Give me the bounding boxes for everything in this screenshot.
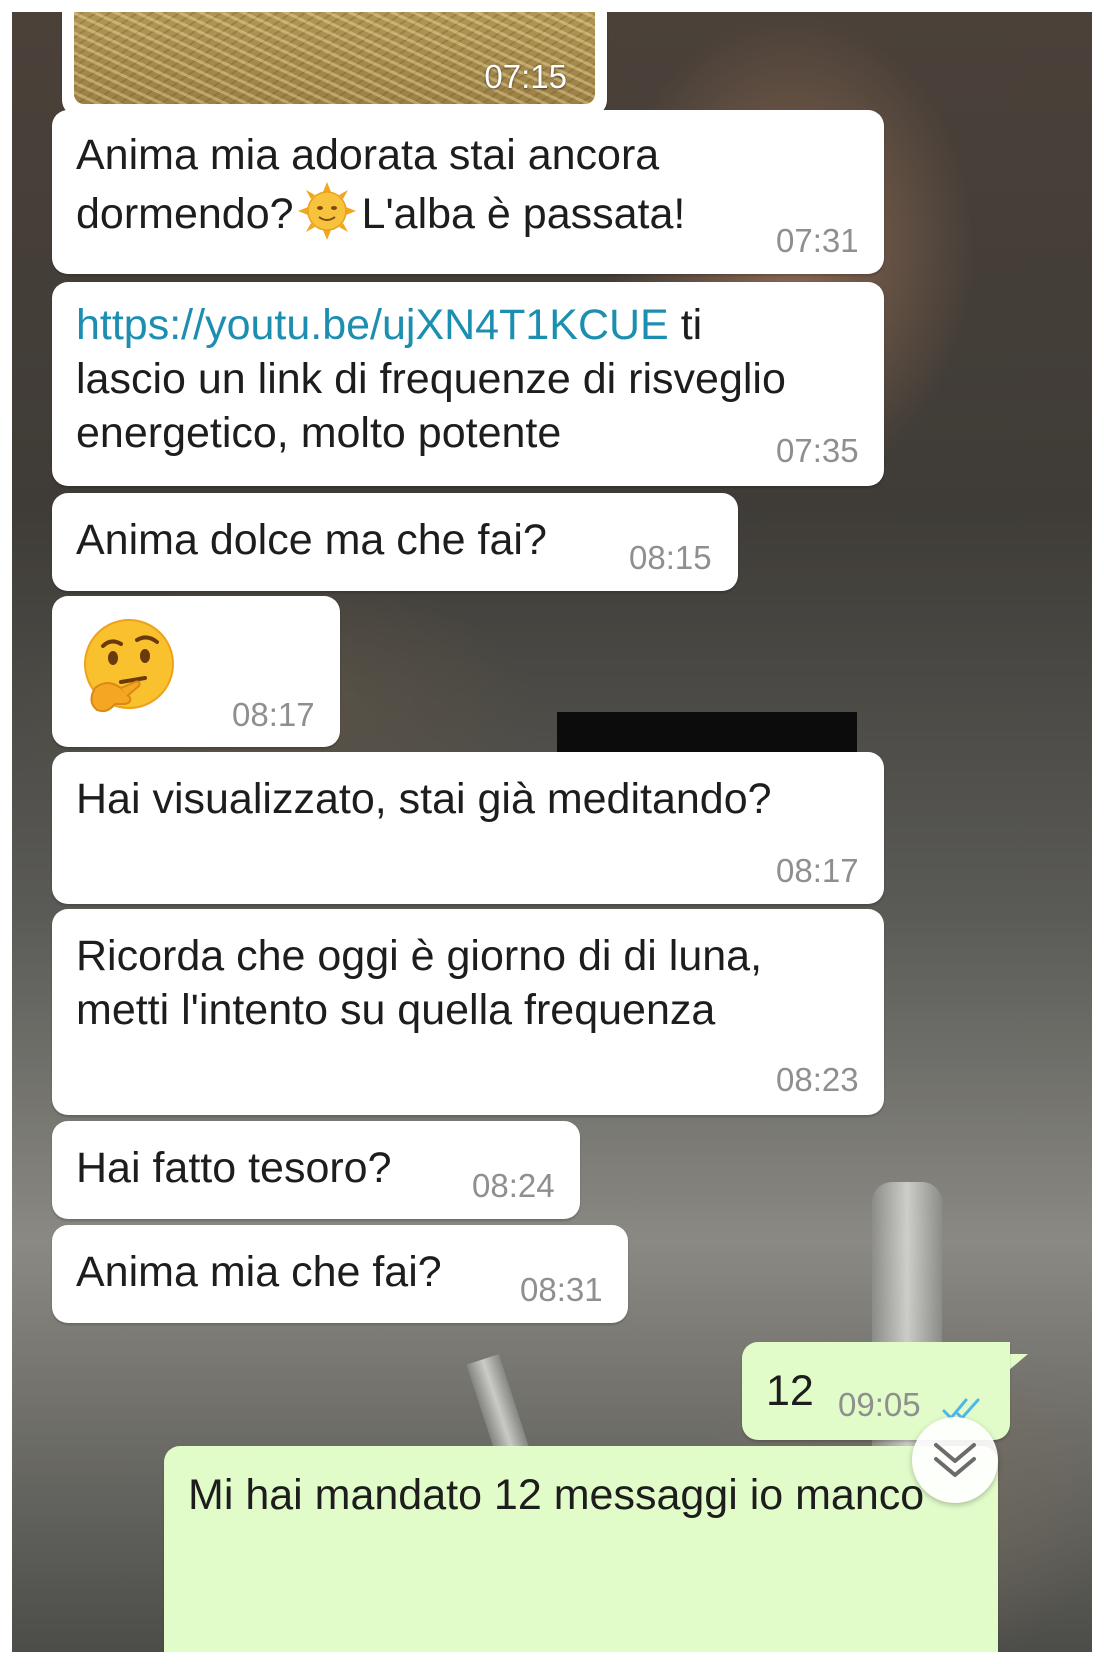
youtube-link[interactable]: https://youtu.be/ujXN4T1KCUE — [76, 301, 669, 349]
message-line: Anima mia adorata stai ancora — [76, 131, 660, 179]
message-time: 07:15 — [484, 58, 567, 95]
message-text: Hai fatto tesoro? — [76, 1144, 392, 1192]
message-text: Anima mia che fai? — [76, 1248, 442, 1296]
thinking-face-emoji — [84, 619, 174, 713]
message-line: lascio un link di frequenze di risveglio — [76, 355, 786, 403]
message-line: metti l'intento su quella frequenza — [76, 986, 716, 1034]
message-time: 07:35 — [776, 432, 859, 469]
scroll-to-bottom-button[interactable] — [912, 1417, 998, 1503]
incoming-message[interactable]: https://youtu.be/ujXN4T1KCUE ti lascio u… — [52, 282, 884, 486]
photo-message[interactable]: 07:15 — [62, 12, 607, 116]
incoming-message[interactable]: 08:17 — [52, 596, 340, 747]
message-time: 09:05 — [838, 1386, 921, 1423]
incoming-message[interactable]: Hai visualizzato, stai già meditando? 08… — [52, 752, 884, 904]
message-text: Ricorda che oggi è giorno di di luna, me… — [76, 929, 762, 1037]
message-time: 08:31 — [520, 1271, 603, 1308]
message-text: 12 — [766, 1367, 814, 1415]
message-time: 08:17 — [232, 696, 315, 733]
incoming-message[interactable]: Anima dolce ma che fai? 08:15 — [52, 493, 738, 591]
chat-window: 07:15 Anima mia adorata stai ancora dorm… — [12, 12, 1092, 1652]
message-line: ti — [668, 301, 703, 349]
message-time: 08:17 — [776, 852, 859, 889]
message-text: Anima mia adorata stai ancora dormendo? … — [76, 128, 685, 241]
message-text: https://youtu.be/ujXN4T1KCUE ti lascio u… — [76, 298, 786, 460]
message-time: 08:15 — [629, 539, 712, 576]
incoming-message[interactable]: Anima mia che fai? 08:31 — [52, 1225, 628, 1323]
message-line: L'alba è passata! — [361, 190, 686, 238]
message-text: Mi hai mandato 12 messaggi io manco — [188, 1471, 925, 1519]
message-time: 07:31 — [776, 222, 859, 259]
incoming-message[interactable]: Hai fatto tesoro? 08:24 — [52, 1121, 580, 1219]
sun-with-face-emoji — [297, 182, 356, 240]
incoming-message[interactable]: Ricorda che oggi è giorno di di luna, me… — [52, 909, 884, 1115]
outgoing-message[interactable]: Mi hai mandato 12 messaggi io manco — [164, 1446, 998, 1652]
chevron-double-down-icon — [934, 1443, 976, 1477]
message-time: 08:23 — [776, 1061, 859, 1098]
message-text: Anima dolce ma che fai? — [76, 516, 547, 564]
message-text: Hai visualizzato, stai già meditando? — [76, 775, 772, 823]
message-line: Ricorda che oggi è giorno di di luna, — [76, 932, 763, 980]
incoming-message[interactable]: Anima mia adorata stai ancora dormendo? … — [52, 110, 884, 274]
message-time: 08:24 — [472, 1167, 555, 1204]
message-line: energetico, molto potente — [76, 409, 562, 457]
message-line: dormendo? — [76, 190, 294, 238]
